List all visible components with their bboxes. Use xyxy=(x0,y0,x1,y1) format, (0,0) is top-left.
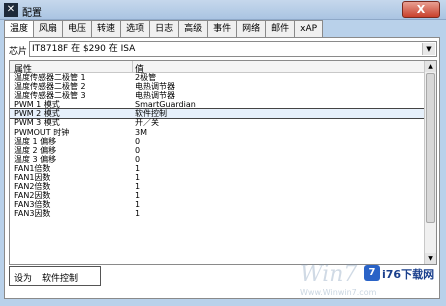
set-as-field[interactable]: 设为 软件控制 xyxy=(9,266,101,286)
chip-label: 芯片 xyxy=(9,47,28,57)
chevron-down-icon[interactable]: ▼ xyxy=(422,43,435,55)
table-row[interactable]: FAN2倍数 1 xyxy=(10,182,425,191)
set-as-value[interactable]: 软件控制 xyxy=(42,271,78,284)
tab-network[interactable]: 网络 xyxy=(236,20,267,37)
property-grid: 属性 值 温度传感器二极管 1 2极管 温度传感器二极管 2 电热调节器 温度传感器二极… xyxy=(9,60,437,265)
row-value: 0 xyxy=(135,136,141,146)
watermark-win7: Win7 xyxy=(300,262,358,287)
row-value: 1 xyxy=(135,173,141,183)
tab-log[interactable]: 日志 xyxy=(149,20,180,37)
header-divider xyxy=(132,61,133,73)
table-row[interactable]: FAN1倍数 1 xyxy=(10,164,425,173)
row-property: 温度 2 偏移 xyxy=(14,145,57,155)
row-property: FAN1因数 xyxy=(14,173,51,183)
window-title: 配置 xyxy=(22,8,42,19)
vertical-scrollbar[interactable]: ▲ ▼ xyxy=(424,61,436,264)
table-row[interactable]: 温度传感器二极管 3 电热调节器 xyxy=(10,91,425,100)
tab-fan[interactable]: 风扇 xyxy=(33,20,64,37)
row-property: PWMOUT 时钟 xyxy=(14,127,70,137)
row-value: 2极管 xyxy=(135,73,157,82)
close-button[interactable]: X xyxy=(402,1,440,18)
table-row[interactable]: FAN2因数 1 xyxy=(10,191,425,200)
chip-select-value: IT8718F 在 $290 在 ISA xyxy=(32,44,136,54)
row-value: 0 xyxy=(135,154,141,164)
row-property: 温度 1 偏移 xyxy=(14,136,57,146)
watermark-site: Www.Winwin7.com xyxy=(300,288,377,297)
tab-events[interactable]: 事件 xyxy=(207,20,238,37)
row-value: 1 xyxy=(135,191,141,201)
row-value: 电热调节器 xyxy=(135,91,175,101)
set-as-label: 设为 xyxy=(14,274,33,284)
row-property: PWM 1 模式 xyxy=(14,100,60,110)
tab-xap[interactable]: xAP xyxy=(294,20,324,37)
row-property: FAN2因数 xyxy=(14,191,51,201)
grid-header: 属性 值 xyxy=(10,61,425,75)
watermark-logo-icon: 7 xyxy=(364,265,380,281)
scroll-down-icon[interactable]: ▼ xyxy=(425,253,436,264)
title-bar: ✕ 配置 X xyxy=(0,0,446,20)
table-row[interactable]: 温度 2 偏移 0 xyxy=(10,146,425,155)
tab-speed[interactable]: 转速 xyxy=(91,20,122,37)
row-value: 电热调节器 xyxy=(135,82,175,92)
grid-rows: 温度传感器二极管 1 2极管 温度传感器二极管 2 电热调节器 温度传感器二极管 3 电热… xyxy=(10,73,426,219)
row-value: 1 xyxy=(135,209,141,219)
app-icon: ✕ xyxy=(4,3,18,17)
row-value: 3M xyxy=(135,127,147,137)
chip-select[interactable]: IT8718F 在 $290 在 ISA ▼ xyxy=(29,41,437,57)
tab-bar: 温度 风扇 电压 转速 选项 日志 高级 事件 网络 邮件 xAP xyxy=(4,20,324,38)
row-property: FAN2倍数 xyxy=(14,182,51,192)
table-row[interactable]: FAN1因数 1 xyxy=(10,173,425,182)
watermark-brand: i76下载网 xyxy=(382,268,435,281)
row-property: 温度传感器二极管 3 xyxy=(14,91,86,101)
scroll-up-icon[interactable]: ▲ xyxy=(425,61,436,72)
table-row[interactable]: PWMOUT 时钟 3M xyxy=(10,128,425,137)
row-value: SmartGuardian xyxy=(135,100,196,110)
row-value: 1 xyxy=(135,182,141,192)
table-row[interactable]: 温度传感器二极管 1 2极管 xyxy=(10,73,425,82)
tab-options[interactable]: 选项 xyxy=(120,20,151,37)
tab-voltage[interactable]: 电压 xyxy=(62,20,93,37)
row-value: 开／关 xyxy=(135,118,159,128)
table-row[interactable]: 温度 3 偏移 0 xyxy=(10,155,425,164)
table-row[interactable]: 温度传感器二极管 2 电热调节器 xyxy=(10,82,425,91)
row-property: 温度传感器二极管 1 xyxy=(14,73,86,82)
table-row[interactable]: 温度 1 偏移 0 xyxy=(10,137,425,146)
table-row[interactable]: PWM 1 模式 SmartGuardian xyxy=(10,100,425,109)
tab-panel: 芯片 IT8718F 在 $290 在 ISA ▼ 属性 值 温度传感器二极管 … xyxy=(4,37,440,299)
tab-temperature[interactable]: 温度 xyxy=(4,20,35,38)
row-property: 温度传感器二极管 2 xyxy=(14,82,86,92)
row-property: FAN1倍数 xyxy=(14,163,51,173)
row-property: FAN3因数 xyxy=(14,209,51,219)
row-value: 0 xyxy=(135,145,141,155)
table-row[interactable]: FAN3因数 1 xyxy=(10,209,425,218)
table-row[interactable]: PWM 2 模式 软件控制 xyxy=(10,108,426,120)
table-row[interactable]: FAN3倍数 1 xyxy=(10,200,425,209)
row-value: 1 xyxy=(135,200,141,210)
table-row[interactable]: PWM 3 模式 开／关 xyxy=(10,118,425,127)
row-property: FAN3倍数 xyxy=(14,200,51,210)
row-value: 1 xyxy=(135,163,141,173)
row-property: 温度 3 偏移 xyxy=(14,154,57,164)
scroll-thumb[interactable] xyxy=(426,73,435,223)
tab-advanced[interactable]: 高级 xyxy=(178,20,209,37)
tab-mail[interactable]: 邮件 xyxy=(265,20,296,37)
row-property: PWM 3 模式 xyxy=(14,118,60,128)
